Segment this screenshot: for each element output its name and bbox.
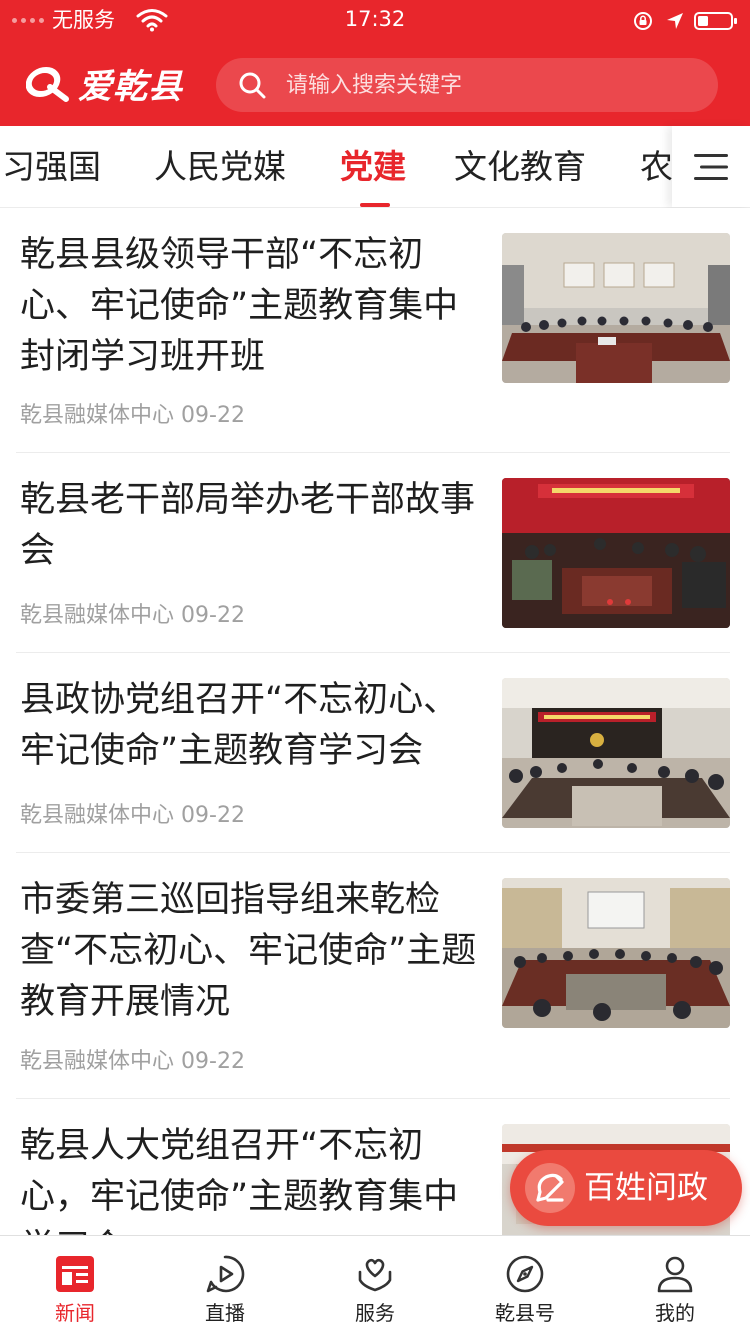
app-screen: 无服务 17:32 爱乾县 请输入搜索关键字 习强国 人民党媒 党建 文化教育 … — [0, 0, 750, 1334]
news-meta: 乾县融媒体中心 09-22 — [20, 602, 245, 630]
nav-live[interactable]: 直播 — [150, 1236, 300, 1334]
nav-service-label: 服务 — [355, 1301, 395, 1325]
app-logo: 爱乾县 — [26, 58, 183, 108]
news-list: 乾县县级领导干部“不忘初心、牢记使命”主题教育集中封闭学习班开班 乾县融媒体中心… — [0, 208, 750, 1235]
news-source: 乾县融媒体中心 — [20, 403, 175, 428]
tab-nong[interactable]: 农 — [640, 146, 673, 188]
app-header: 无服务 17:32 爱乾县 请输入搜索关键字 — [0, 0, 750, 126]
news-title: 市委第三巡回指导组来乾检查“不忘初心、牢记使命”主题教育开展情况 — [20, 880, 477, 1022]
play-icon — [206, 1255, 245, 1293]
news-date: 09-22 — [181, 1049, 245, 1074]
tab-dangjian[interactable]: 党建 — [340, 146, 406, 188]
battery-icon — [694, 12, 737, 30]
news-item[interactable]: 乾县县级领导干部“不忘初心、牢记使命”主题教育集中封闭学习班开班 乾县融媒体中心… — [0, 208, 750, 453]
news-title: 乾县老干部局举办老干部故事会 — [20, 480, 476, 571]
news-title: 乾县人大党组召开“不忘初心，牢记使命”主题教育集中学习会 — [20, 1126, 459, 1235]
search-icon — [239, 72, 266, 99]
rotation-lock-icon — [634, 12, 652, 30]
category-tabs: 习强国 人民党媒 党建 文化教育 农 — [0, 126, 750, 208]
menu-icon — [694, 154, 728, 180]
search-input[interactable] — [286, 58, 706, 112]
news-date: 09-22 — [181, 603, 245, 628]
location-arrow-icon — [667, 13, 683, 29]
news-item[interactable]: 县政协党组召开“不忘初心、牢记使命”主题教育学习会 乾县融媒体中心 09-22 — [0, 653, 750, 853]
news-date: 09-22 — [181, 803, 245, 828]
nav-news[interactable]: 新闻 — [0, 1236, 150, 1334]
q-logo-icon — [26, 67, 69, 102]
news-source: 乾县融媒体中心 — [20, 603, 175, 628]
news-title: 乾县县级领导干部“不忘初心、牢记使命”主题教育集中封闭学习班开班 — [20, 235, 459, 377]
inspection-meeting-photo — [502, 878, 730, 1028]
tab-xuexiqiangguo[interactable]: 习强国 — [2, 146, 101, 188]
public-inquiry-label: 百姓问政 — [584, 1170, 708, 1206]
nav-qianxianhao[interactable]: 乾县号 — [450, 1236, 600, 1334]
bottom-nav: 新闻 直播 服务 乾县号 我的 — [0, 1235, 750, 1334]
user-icon — [657, 1256, 693, 1293]
news-thumbnail — [502, 233, 730, 383]
news-meta: 乾县融媒体中心 09-22 — [20, 1048, 245, 1076]
news-icon — [56, 1256, 94, 1292]
search-box[interactable] — [216, 58, 718, 112]
storytelling-meeting-photo — [502, 478, 730, 628]
status-bar: 无服务 17:32 — [0, 0, 750, 40]
news-title: 县政协党组召开“不忘初心、牢记使命”主题教育学习会 — [20, 680, 459, 771]
edit-chat-icon — [525, 1163, 575, 1213]
nav-live-label: 直播 — [205, 1301, 245, 1325]
nav-profile-label: 我的 — [655, 1301, 695, 1325]
news-item[interactable]: 市委第三巡回指导组来乾检查“不忘初心、牢记使命”主题教育开展情况 乾县融媒体中心… — [0, 853, 750, 1099]
nav-service[interactable]: 服务 — [300, 1236, 450, 1334]
news-thumbnail — [502, 478, 730, 628]
news-thumbnail — [502, 678, 730, 828]
nav-profile[interactable]: 我的 — [600, 1236, 750, 1334]
news-item[interactable]: 乾县老干部局举办老干部故事会 乾县融媒体中心 09-22 — [0, 453, 750, 653]
news-source: 乾县融媒体中心 — [20, 803, 175, 828]
active-tab-indicator — [360, 203, 390, 207]
tab-renmindangmei[interactable]: 人民党媒 — [154, 146, 286, 188]
service-icon — [358, 1258, 392, 1292]
public-inquiry-button[interactable]: 百姓问政 — [510, 1150, 742, 1226]
tab-wenhuajiaoyu[interactable]: 文化教育 — [454, 146, 586, 188]
news-meta: 乾县融媒体中心 09-22 — [20, 402, 245, 430]
news-thumbnail — [502, 878, 730, 1028]
news-source: 乾县融媒体中心 — [20, 1049, 175, 1074]
nav-qianxianhao-label: 乾县号 — [495, 1301, 555, 1325]
news-meta: 乾县融媒体中心 09-22 — [20, 802, 245, 830]
cppcc-meeting-photo — [502, 678, 730, 828]
logo-text: 爱乾县 — [78, 66, 183, 107]
news-date: 09-22 — [181, 403, 245, 428]
nav-news-label: 新闻 — [55, 1301, 95, 1325]
channel-menu-button[interactable] — [672, 126, 750, 207]
meeting-room-photo — [502, 233, 730, 383]
compass-icon — [506, 1255, 544, 1293]
